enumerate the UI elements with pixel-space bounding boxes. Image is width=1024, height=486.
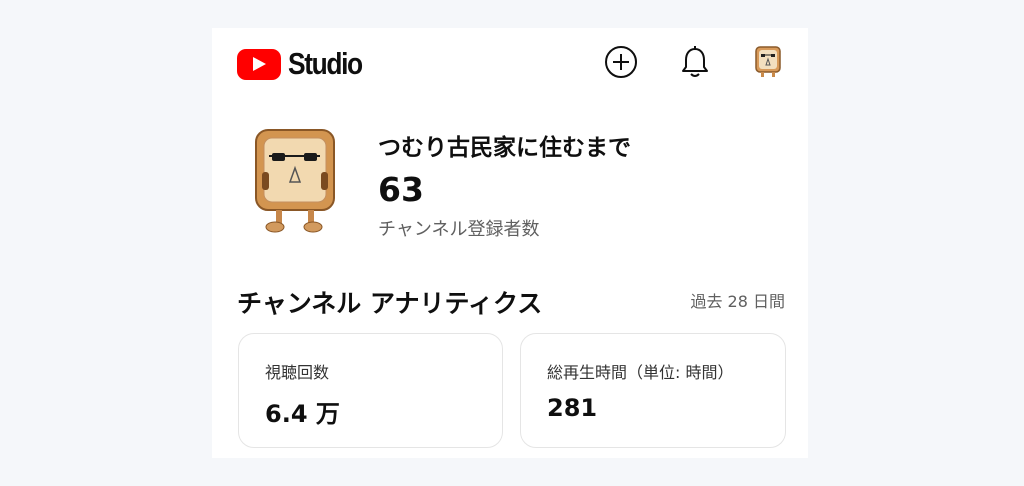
notifications-button[interactable] (678, 45, 712, 79)
channel-avatar-icon (755, 46, 781, 77)
card-value: 281 (547, 394, 598, 422)
views-card[interactable]: 視聴回数 6.4 万 (238, 333, 503, 448)
card-label: 総再生時間（単位: 時間） (547, 363, 734, 382)
subscriber-count: 63 (378, 170, 424, 209)
bell-icon (682, 46, 708, 77)
youtube-studio-logo[interactable]: Studio (237, 46, 375, 82)
channel-name: つむり古民家に住むまで (378, 135, 631, 161)
account-avatar[interactable] (752, 45, 784, 79)
analytics-title: チャンネル アナリティクス (237, 289, 543, 318)
logo-text: Studio (288, 46, 363, 81)
create-button[interactable] (604, 45, 638, 79)
watch-time-card[interactable]: 総再生時間（単位: 時間） 281 (520, 333, 786, 448)
youtube-play-icon (237, 48, 281, 80)
studio-panel: Studio つむり古民家に住むまで 63 チャンネル登録者数 チャンネル アナ… (212, 28, 808, 458)
toast-character-icon (255, 129, 335, 233)
analytics-period[interactable]: 過去 28 日間 (690, 288, 785, 312)
channel-avatar[interactable] (250, 126, 340, 234)
card-label: 視聴回数 (265, 363, 330, 382)
add-circle-icon (605, 46, 637, 78)
subscriber-label: チャンネル登録者数 (378, 219, 540, 240)
card-value: 6.4 万 (265, 400, 340, 428)
